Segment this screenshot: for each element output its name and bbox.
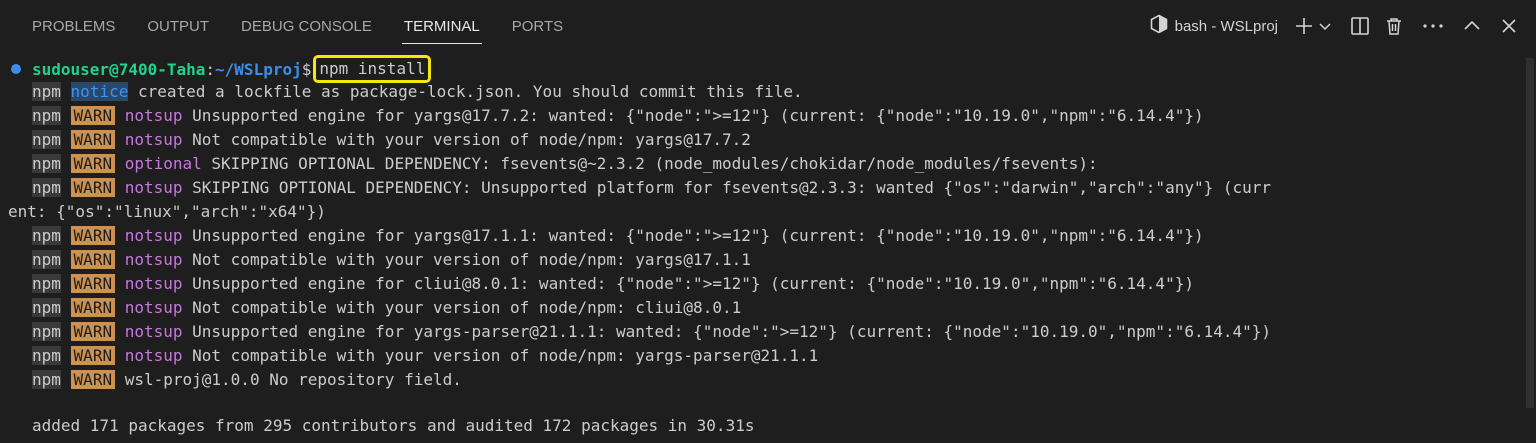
prompt-path: ~/WSLproj: [215, 60, 302, 79]
warn-badge: WARN: [70, 346, 116, 365]
log-line: npm WARN notsup Not compatible with your…: [32, 344, 818, 368]
tab-problems[interactable]: PROBLEMS: [16, 0, 131, 52]
log-line: npm WARN wsl-proj@1.0.0 No repository fi…: [32, 368, 462, 392]
npm-label: npm: [32, 298, 61, 317]
log-tag: notsup: [124, 322, 183, 341]
npm-label: npm: [32, 154, 61, 173]
launch-profile-button[interactable]: [1318, 12, 1332, 40]
warn-badge: WARN: [70, 250, 116, 269]
log-line: npm WARN notsup Unsupported engine for y…: [32, 104, 1204, 128]
terminal-output[interactable]: sudouser@7400-Taha:~/WSLproj$ npm install…: [0, 52, 1524, 443]
terminal-panel: PROBLEMS OUTPUT DEBUG CONSOLE TERMINAL P…: [0, 0, 1536, 443]
tab-ports[interactable]: PORTS: [496, 0, 579, 52]
more-icon: [1422, 16, 1444, 36]
log-tag: notsup: [124, 274, 183, 293]
prompt-user: sudouser@7400-Taha: [32, 60, 206, 79]
log-text: Unsupported engine for yargs-parser@21.1…: [182, 322, 1272, 341]
scrollbar-thumb[interactable]: [1526, 58, 1534, 408]
log-text: SKIPPING OPTIONAL DEPENDENCY: fsevents@~…: [201, 154, 1098, 173]
log-line: ent: {"os":"linux","arch":"x64"}): [8, 200, 326, 224]
warn-badge: WARN: [70, 322, 116, 341]
trash-icon: [1384, 16, 1404, 36]
command-highlight: npm install: [313, 55, 432, 83]
warn-badge: WARN: [70, 130, 116, 149]
terminal-scrollbar[interactable]: [1524, 52, 1536, 443]
log-tag: notsup: [124, 346, 183, 365]
panel-tab-bar: PROBLEMS OUTPUT DEBUG CONSOLE TERMINAL P…: [0, 0, 1536, 52]
log-text: Unsupported engine for yargs@17.7.2: wan…: [182, 106, 1204, 125]
warn-badge: WARN: [70, 226, 116, 245]
panel-tabs: PROBLEMS OUTPUT DEBUG CONSOLE TERMINAL P…: [16, 0, 579, 52]
log-tag: notsup: [124, 106, 183, 125]
npm-label: npm: [32, 130, 61, 149]
maximize-panel-button[interactable]: [1462, 12, 1482, 40]
log-tag: optional: [124, 154, 202, 173]
log-tag: notsup: [124, 250, 183, 269]
log-text: SKIPPING OPTIONAL DEPENDENCY: Unsupporte…: [182, 178, 1272, 197]
npm-label: npm: [32, 346, 61, 365]
log-text: created a lockfile as package-lock.json.…: [128, 82, 803, 101]
log-line: npm WARN notsup Not compatible with your…: [32, 296, 741, 320]
tab-output[interactable]: OUTPUT: [131, 0, 225, 52]
log-text: wsl-proj@1.0.0 No repository field.: [115, 370, 462, 389]
notice-badge: notice: [70, 82, 129, 101]
log-line: npm WARN notsup Unsupported engine for y…: [32, 224, 1204, 248]
warn-badge: WARN: [70, 178, 116, 197]
terminal-shell-icon: [1149, 14, 1169, 39]
log-text: Not compatible with your version of node…: [182, 250, 751, 269]
npm-label: npm: [32, 82, 61, 101]
terminal-selector[interactable]: bash - WSLproj: [1149, 14, 1278, 39]
warn-badge: WARN: [70, 298, 116, 317]
log-tag: notsup: [124, 130, 183, 149]
terminal-name: bash - WSLproj: [1174, 17, 1278, 35]
prompt-colon: :: [205, 60, 216, 79]
log-tag: notsup: [124, 226, 183, 245]
command-text: npm install: [319, 59, 426, 78]
plus-icon: [1294, 16, 1314, 36]
log-line: npm WARN notsup Unsupported engine for y…: [32, 320, 1271, 344]
chevron-down-icon: [1318, 19, 1332, 33]
log-line: npm WARN notsup SKIPPING OPTIONAL DEPEND…: [32, 176, 1271, 200]
log-tag: notsup: [124, 298, 183, 317]
npm-label: npm: [32, 274, 61, 293]
log-line: npm WARN notsup Not compatible with your…: [32, 248, 751, 272]
tab-debug-console[interactable]: DEBUG CONSOLE: [225, 0, 388, 52]
log-text: ent: {"os":"linux","arch":"x64"}): [8, 202, 326, 221]
npm-label: npm: [32, 370, 61, 389]
npm-label: npm: [32, 322, 61, 341]
command-decoration-icon[interactable]: [11, 64, 21, 74]
close-icon: [1500, 17, 1518, 35]
log-text: Not compatible with your version of node…: [182, 346, 819, 365]
log-line: npm WARN notsup Not compatible with your…: [32, 128, 751, 152]
log-line: npm WARN notsup Unsupported engine for c…: [32, 272, 1194, 296]
prompt-line: sudouser@7400-Taha:~/WSLproj$ npm install: [32, 55, 432, 83]
chevron-up-icon: [1462, 16, 1482, 36]
more-actions-button[interactable]: [1422, 12, 1444, 40]
log-line: npm notice created a lockfile as package…: [32, 80, 803, 104]
log-text: Not compatible with your version of node…: [182, 298, 742, 317]
log-line: npm WARN optional SKIPPING OPTIONAL DEPE…: [32, 152, 1098, 176]
warn-badge: WARN: [70, 370, 116, 389]
split-terminal-button[interactable]: [1350, 12, 1370, 40]
panel-actions: bash - WSLproj: [1149, 0, 1518, 52]
new-terminal-button[interactable]: [1294, 12, 1314, 40]
log-text: Unsupported engine for yargs@17.1.1: wan…: [182, 226, 1204, 245]
tab-terminal[interactable]: TERMINAL: [388, 0, 496, 52]
warn-badge: WARN: [70, 106, 116, 125]
warn-badge: WARN: [70, 154, 116, 173]
kill-terminal-button[interactable]: [1384, 12, 1404, 40]
npm-label: npm: [32, 250, 61, 269]
warn-badge: WARN: [70, 274, 116, 293]
npm-label: npm: [32, 106, 61, 125]
npm-label: npm: [32, 226, 61, 245]
log-text: Unsupported engine for cliui@8.0.1: want…: [182, 274, 1194, 293]
log-text: Not compatible with your version of node…: [182, 130, 751, 149]
close-panel-button[interactable]: [1500, 12, 1518, 40]
summary-line: added 171 packages from 295 contributors…: [32, 416, 755, 435]
log-tag: notsup: [124, 178, 183, 197]
npm-label: npm: [32, 178, 61, 197]
prompt-dollar: $: [301, 60, 312, 79]
split-icon: [1350, 16, 1370, 36]
